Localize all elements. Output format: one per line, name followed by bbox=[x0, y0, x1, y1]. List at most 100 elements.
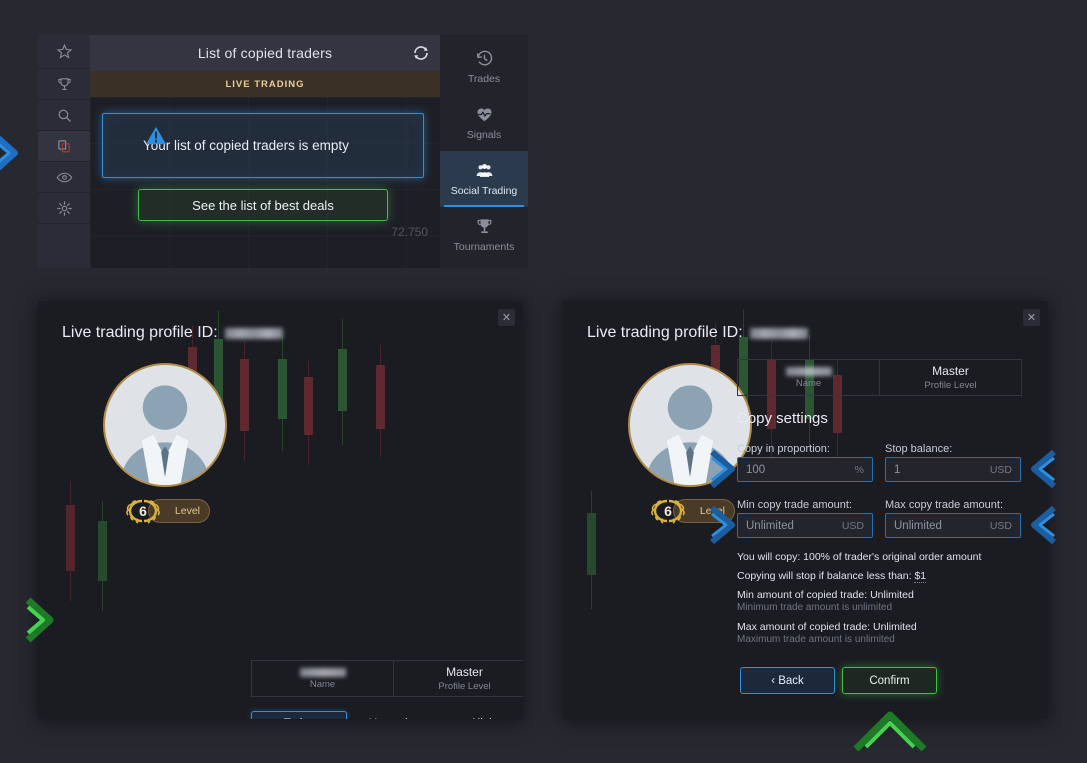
live-trading-label: LIVE TRADING bbox=[225, 78, 305, 90]
close-icon[interactable]: ✕ bbox=[498, 309, 515, 326]
close-icon[interactable]: ✕ bbox=[1023, 309, 1040, 326]
stop-balance-input[interactable]: 1 USD bbox=[885, 457, 1021, 482]
masked-name bbox=[785, 366, 832, 376]
page-title: List of copied traders bbox=[197, 45, 333, 61]
avatar bbox=[103, 363, 227, 487]
right-tab-rail: Trades Signals Social Trading Tournament… bbox=[440, 35, 528, 268]
trophy-icon bbox=[57, 77, 71, 90]
price-readout: 72.750 bbox=[391, 225, 428, 239]
user-avatar-icon bbox=[645, 385, 735, 485]
empty-state-message: Your list of copied traders is empty bbox=[143, 138, 349, 153]
social-trading-panel: List of copied traders LIVE TRADING Your… bbox=[38, 35, 528, 268]
min-copy-trade-unit: USD bbox=[841, 519, 864, 532]
level-label: Level bbox=[174, 505, 200, 517]
name-caption: Name bbox=[795, 377, 822, 389]
level-number: 6 bbox=[139, 503, 147, 519]
stop-balance-label: Stop balance: bbox=[885, 443, 953, 455]
name-cell: Name bbox=[252, 661, 393, 696]
copy-icon bbox=[57, 139, 70, 152]
masked-profile-id bbox=[749, 327, 808, 339]
gear-icon bbox=[56, 200, 72, 216]
empty-state-box: Your list of copied traders is empty bbox=[102, 113, 424, 178]
profile-level-cell: Master Profile Level bbox=[393, 661, 523, 696]
copy-proportion-unit: % bbox=[854, 463, 864, 476]
stop-balance-value: 1 bbox=[894, 463, 901, 476]
level-number: 6 bbox=[664, 503, 672, 519]
sidebar-item-tournaments[interactable] bbox=[38, 69, 90, 100]
live-trading-strip: LIVE TRADING bbox=[90, 71, 440, 97]
min-copy-trade-input[interactable]: Unlimited USD bbox=[737, 513, 873, 538]
copy-settings-heading: Copy settings bbox=[737, 410, 828, 427]
period-tab-yesterday[interactable]: Yesterday bbox=[347, 711, 441, 719]
profile-level-cell: Master Profile Level bbox=[879, 360, 1021, 395]
profile-level-value: Master bbox=[446, 665, 483, 679]
copy-proportion-input[interactable]: 100 % bbox=[737, 457, 873, 482]
tab-tournaments[interactable]: Tournaments bbox=[440, 207, 528, 263]
tab-signals[interactable]: Signals bbox=[440, 95, 528, 151]
masked-profile-id bbox=[224, 327, 283, 339]
period-tab-group: Today Yesterday All time bbox=[251, 711, 523, 719]
people-icon bbox=[476, 164, 492, 177]
sidebar-item-settings[interactable] bbox=[38, 193, 90, 224]
copy-summary: You will copy: 100% of trader's original… bbox=[737, 551, 1037, 653]
sidebar-item-watch-list[interactable] bbox=[38, 162, 90, 193]
tab-signals-label: Signals bbox=[466, 129, 502, 141]
confirm-button[interactable]: Confirm bbox=[842, 667, 937, 694]
warning-triangle-icon bbox=[146, 126, 166, 145]
copy-proportion-value: 100 bbox=[746, 463, 766, 476]
max-copy-trade-value: Unlimited bbox=[894, 519, 942, 532]
tab-trades-label: Trades bbox=[467, 73, 501, 85]
period-tab-all-time[interactable]: All time bbox=[442, 711, 523, 719]
star-icon bbox=[56, 43, 72, 59]
summary-line-1: You will copy: 100% of trader's original… bbox=[737, 551, 982, 563]
eye-icon bbox=[56, 172, 72, 182]
level-label: Level bbox=[699, 505, 725, 517]
sidebar-item-favourites[interactable] bbox=[38, 35, 90, 69]
profile-level-caption: Profile Level bbox=[924, 380, 977, 391]
panel-header: List of copied traders bbox=[90, 35, 440, 71]
period-tab-today[interactable]: Today bbox=[251, 711, 348, 719]
max-copy-trade-input[interactable]: Unlimited USD bbox=[885, 513, 1021, 538]
history-icon bbox=[476, 50, 492, 66]
signals-heart-icon bbox=[477, 108, 491, 122]
trophy-icon bbox=[477, 219, 491, 233]
profile-modal: ✕ Live trading profile ID: Level 6 Name … bbox=[38, 301, 523, 719]
settings-modal-title-text: Live trading profile ID: bbox=[587, 324, 743, 341]
profile-modal-title: Live trading profile ID: bbox=[62, 324, 283, 342]
blue-arrow-right-icon bbox=[0, 135, 18, 171]
min-copy-trade-label: Min copy trade amount: bbox=[737, 499, 852, 511]
summary-line-4: Max amount of copied trade: Unlimited bbox=[737, 621, 917, 633]
search-icon bbox=[58, 109, 71, 122]
panel-main: List of copied traders LIVE TRADING Your… bbox=[90, 35, 440, 268]
avatar bbox=[628, 363, 752, 487]
max-copy-trade-unit: USD bbox=[989, 519, 1012, 532]
profile-name-bar: Name Master Profile Level bbox=[251, 660, 523, 697]
screen-root: List of copied traders LIVE TRADING Your… bbox=[0, 0, 1087, 763]
summary-line-2-value: $1 bbox=[914, 570, 927, 583]
sidebar-item-search[interactable] bbox=[38, 100, 90, 131]
tab-social-trading[interactable]: Social Trading bbox=[440, 151, 528, 207]
name-caption: Name bbox=[309, 678, 336, 690]
panel-body: Your list of copied traders is empty See… bbox=[90, 97, 440, 268]
max-copy-trade-label: Max copy trade amount: bbox=[885, 499, 1004, 511]
copy-proportion-label: Copy in proportion: bbox=[737, 443, 830, 455]
level-badge: Level 6 bbox=[645, 499, 735, 525]
see-best-deals-label: See the list of best deals bbox=[192, 197, 334, 213]
back-button[interactable]: ‹ Back bbox=[740, 667, 835, 694]
min-copy-trade-value: Unlimited bbox=[746, 519, 794, 532]
refresh-icon[interactable] bbox=[412, 44, 430, 62]
summary-line-3: Min amount of copied trade: Unlimited bbox=[737, 589, 914, 601]
sidebar-item-copy-trading[interactable] bbox=[38, 131, 90, 162]
tab-tournaments-label: Tournaments bbox=[453, 241, 515, 253]
settings-name-bar: Name Master Profile Level bbox=[737, 359, 1022, 396]
summary-line-4-sub: Maximum trade amount is unlimited bbox=[737, 634, 895, 645]
tab-trades[interactable]: Trades bbox=[440, 39, 528, 95]
see-best-deals-button[interactable]: See the list of best deals bbox=[138, 189, 388, 221]
summary-line-2-prefix: Copying will stop if balance less than: bbox=[737, 570, 915, 582]
stop-balance-unit: USD bbox=[989, 463, 1012, 476]
user-avatar-icon bbox=[120, 385, 210, 485]
profile-level-value: Master bbox=[932, 364, 969, 378]
summary-line-3-sub: Minimum trade amount is unlimited bbox=[737, 602, 893, 613]
profile-modal-title-text: Live trading profile ID: bbox=[62, 324, 218, 341]
masked-name bbox=[299, 667, 346, 677]
